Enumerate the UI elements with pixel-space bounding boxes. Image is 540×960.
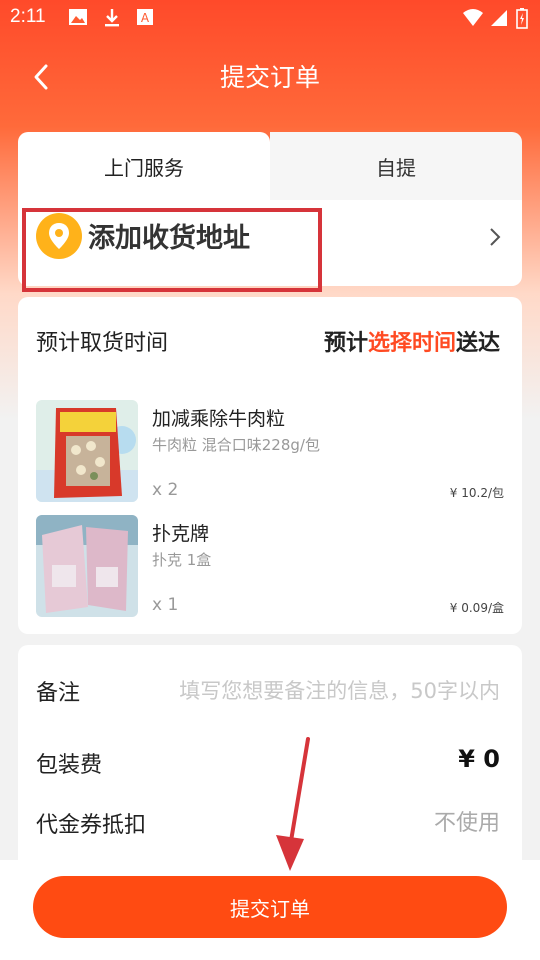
note-input[interactable]: 填写您想要备注的信息，50字以内 [179,675,500,705]
chevron-right-icon [490,228,501,246]
packing-fee-label: 包装费 [36,753,103,778]
note-label: 备注 [36,681,81,706]
item-quantity: x 1 [152,595,179,615]
highlight-annotation-box [22,208,322,292]
image-notification-icon [69,9,87,25]
app-notification-icon: A [137,9,153,25]
list-item[interactable]: 扑克牌 扑克 1盒 x 1 ¥ 0.09/盒 [36,515,504,619]
download-icon [105,9,119,27]
product-image [36,515,138,617]
item-price: ¥ 0.09/盒 [449,601,504,615]
page-title: 提交订单 [219,63,320,92]
tab-home-service[interactable]: 上门服务 [18,132,270,200]
annotation-arrow [276,737,310,871]
order-items-card: 预计取货时间 预计选择时间送达 加减乘除牛肉粒 牛肉粒 混合口味228g/包 x… [18,297,522,634]
delivery-tabs: 上门服务 自提 [18,132,522,200]
pickup-suffix: 送达 [455,331,500,356]
status-bar: 2:11 A [0,0,540,36]
list-item[interactable]: 加减乘除牛肉粒 牛肉粒 混合口味228g/包 x 2 ¥ 10.2/包 [36,400,504,504]
battery-icon [516,8,528,29]
submit-order-button[interactable]: 提交订单 [33,876,507,938]
pickup-prefix: 预计 [323,331,368,356]
wifi-icon [463,9,483,26]
item-name: 扑克牌 [152,523,210,545]
packing-fee-value: ¥ 0 [458,745,500,773]
select-time-link[interactable]: 选择时间 [368,331,456,356]
item-price: ¥ 10.2/包 [449,486,504,500]
signal-icon [491,10,507,26]
pickup-time-label: 预计取货时间 [36,331,169,356]
coupon-selector[interactable]: 不使用 [434,805,500,837]
item-spec: 扑克 1盒 [152,551,212,569]
item-name: 加减乘除牛肉粒 [152,408,286,430]
status-time: 2:11 [10,6,46,27]
tab-self-pickup[interactable]: 自提 [270,132,522,200]
item-spec: 牛肉粒 混合口味228g/包 [152,436,320,454]
item-quantity: x 2 [152,480,179,500]
svg-text:A: A [141,11,150,25]
coupon-label: 代金券抵扣 [36,813,147,838]
pickup-time-selector[interactable]: 预计选择时间送达 [324,325,500,357]
product-image [36,400,138,502]
